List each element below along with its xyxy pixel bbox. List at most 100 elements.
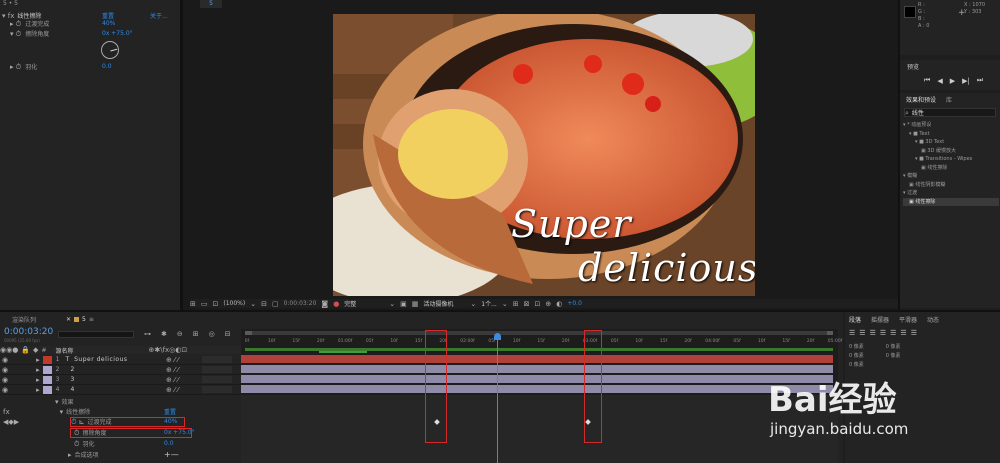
tab-library[interactable]: 库 <box>946 95 952 104</box>
indent-first-field[interactable]: 0 像素 <box>849 352 864 361</box>
effects-tree-item[interactable]: ▾ ■ Transitions - Wipes <box>903 155 999 164</box>
switches[interactable]: ⊕ ⁄ ⁄ <box>166 376 179 384</box>
space-before-field[interactable]: 0 像素 <box>886 352 901 361</box>
effects-tree-item[interactable]: ▾ ■ Text <box>903 130 999 139</box>
play-icon[interactable]: ▶ <box>950 77 955 85</box>
effects-tree-item[interactable]: ▾ ■ 3D Text <box>903 138 999 147</box>
layer-row[interactable]: ◉ ▸ 4 4 ⊕ ⁄ ⁄ <box>0 385 241 395</box>
camera-icon[interactable]: ◙ <box>321 300 328 308</box>
prop-row-angle[interactable]: ▾ ⏱ 擦除角度 0x +75.0° <box>10 29 180 39</box>
playhead-handle[interactable] <box>494 333 501 340</box>
prop-row-feather[interactable]: ▸ ⏱ 羽化 0.0 <box>10 62 180 72</box>
parent-box[interactable] <box>202 386 232 393</box>
time-navigator[interactable] <box>245 331 833 335</box>
parent-box[interactable] <box>202 366 232 373</box>
label-color[interactable] <box>42 385 52 394</box>
chevron-down-icon[interactable]: ⌄ <box>389 300 395 308</box>
effect-reset-link[interactable]: 重置 <box>164 407 176 416</box>
prop-value[interactable]: 0.0 <box>102 63 112 70</box>
layer-bar-3[interactable] <box>241 375 833 383</box>
tab-comp[interactable]: ✕ 5 ≡ <box>66 316 94 323</box>
first-frame-icon[interactable]: ⏮ <box>924 76 930 85</box>
zoom-select[interactable]: (100%) <box>223 300 245 307</box>
layer-row[interactable]: ◉ ▸ 3 3 ⊕ ⁄ ⁄ <box>0 375 241 385</box>
render-icon[interactable]: ⊡ <box>534 300 540 308</box>
justify-center-icon[interactable]: ☰ <box>890 329 896 337</box>
grid-icon[interactable]: ⊡ <box>213 300 219 308</box>
timecode[interactable]: 0:00:03:20 <box>4 327 53 337</box>
comp-tab[interactable]: 5 <box>200 0 222 8</box>
region-icon[interactable]: ▢ <box>272 300 279 308</box>
label-color[interactable] <box>42 365 52 374</box>
prop-row-feather[interactable]: ⏱ 羽化 0.0 <box>0 439 241 449</box>
layout-icon[interactable]: ⊞ <box>513 300 519 308</box>
exposure-icon[interactable]: ◐ <box>556 300 562 308</box>
expand-arrow-icon[interactable]: ▸ <box>36 366 40 374</box>
angle-dial[interactable] <box>101 41 119 59</box>
layer-name[interactable]: 2 <box>70 366 74 373</box>
tab-effects-presets[interactable]: 效果和预设 <box>906 95 936 104</box>
effects-tree-item[interactable]: ▣ 线性擦除 <box>903 164 999 173</box>
justify-all-icon[interactable]: ☰ <box>911 329 917 337</box>
layer-bar-2[interactable] <box>241 365 833 373</box>
chevron-down-icon[interactable]: ⌄ <box>470 300 476 308</box>
expand-arrow-icon[interactable]: ▸ <box>36 386 40 394</box>
motion-blur-icon[interactable]: ◎ <box>209 330 215 338</box>
align-right-icon[interactable]: ☰ <box>870 329 876 337</box>
layer-name[interactable]: 3 <box>70 376 74 383</box>
space-after-field[interactable]: 0 像素 <box>849 361 864 370</box>
justify-right-icon[interactable]: ☰ <box>900 329 906 337</box>
effects-tree-item[interactable]: ▾ 模糊 <box>903 172 999 181</box>
frame-blend-icon[interactable]: ⊞ <box>193 330 199 338</box>
layer-name[interactable]: 4 <box>70 386 74 393</box>
parent-box[interactable] <box>202 376 232 383</box>
time-ruler[interactable]: 0f 10f 15f 20f 01:00f 05f 10f 15f 20f 02:00f 05f 10… <box>241 336 843 348</box>
align-left-icon[interactable]: ☰ <box>849 329 855 337</box>
eye-icon[interactable]: ◉ <box>2 376 8 384</box>
layer-search-input[interactable] <box>58 331 134 338</box>
layer-name[interactable]: Super delicious <box>74 356 127 363</box>
switches[interactable]: ⊕ ⁄ ⁄ <box>166 366 179 374</box>
layer-bar-1[interactable] <box>241 355 833 363</box>
prop-value[interactable]: 0.0 <box>164 440 174 447</box>
chevron-down-icon[interactable]: ⌄ <box>502 300 508 308</box>
layer-bar-4[interactable] <box>241 385 833 393</box>
justify-left-icon[interactable]: ☰ <box>880 329 886 337</box>
color-icon[interactable]: ● <box>333 300 339 308</box>
effect-row-linear-wipe[interactable]: fx ▾ 线性擦除 重置 <box>0 407 241 417</box>
next-frame-icon[interactable]: ▶| <box>962 77 970 85</box>
label-color[interactable] <box>42 375 52 384</box>
effects-tree-item[interactable]: ▣ 线性擦除 <box>903 197 999 206</box>
effects-group-row[interactable]: ▾ 效果 <box>55 397 74 407</box>
views-select[interactable]: 1个... <box>481 299 497 308</box>
pixel-icon[interactable]: ⊠ <box>524 300 530 308</box>
indent-right-field[interactable]: 0 像素 <box>886 343 901 352</box>
flowchart-icon[interactable]: ⊕ <box>545 300 551 308</box>
indent-left-field[interactable]: 0 像素 <box>849 343 864 352</box>
camera-select[interactable]: 活动摄像机 <box>423 299 465 308</box>
last-frame-icon[interactable]: ⏭ <box>977 76 983 85</box>
layer-row[interactable]: ◉ ▸ 1 T Super delicious ⊕ ⁄ ⁄ <box>0 355 241 365</box>
keyframe-nav-icon[interactable]: ◀◆▶ <box>3 418 19 426</box>
current-time[interactable]: 0:00:03:20 <box>284 300 317 307</box>
draft-3d-icon[interactable]: ✱ <box>161 330 167 338</box>
tab-paragraph[interactable]: 段落 <box>849 315 861 324</box>
effects-tree-item[interactable]: ▣ 线性阴影模糊 <box>903 181 999 190</box>
effects-tree-item[interactable]: ▾ 过渡 <box>903 189 999 198</box>
prop-row-completion[interactable]: ▸ ⏱ 过渡完成 40% <box>10 19 180 29</box>
parent-box[interactable] <box>202 356 232 363</box>
effects-tree-item[interactable]: ▾ * 动画预设 <box>903 121 999 130</box>
transparency-icon[interactable]: ▦ <box>412 300 419 308</box>
expand-arrow-icon[interactable]: ▸ <box>36 376 40 384</box>
roi-icon[interactable]: ▣ <box>400 300 407 308</box>
effects-tree-item[interactable]: ▣ 3D 缓慢放大 <box>903 147 999 156</box>
tab-wiggler[interactable]: 摇摆器 <box>871 315 889 324</box>
eye-icon[interactable]: ◉ <box>2 366 8 374</box>
graph-editor-icon[interactable]: ⊟ <box>225 330 231 338</box>
switches[interactable]: ⊕ ⁄ ⁄ <box>166 356 179 364</box>
eye-icon[interactable]: ◉ <box>2 356 8 364</box>
quality-select[interactable]: 完整 <box>344 299 384 308</box>
tab-motion[interactable]: 动态 <box>927 315 939 324</box>
add-remove-icon[interactable]: +— <box>164 450 179 459</box>
layer-row[interactable]: ◉ ▸ 2 2 ⊕ ⁄ ⁄ <box>0 365 241 375</box>
